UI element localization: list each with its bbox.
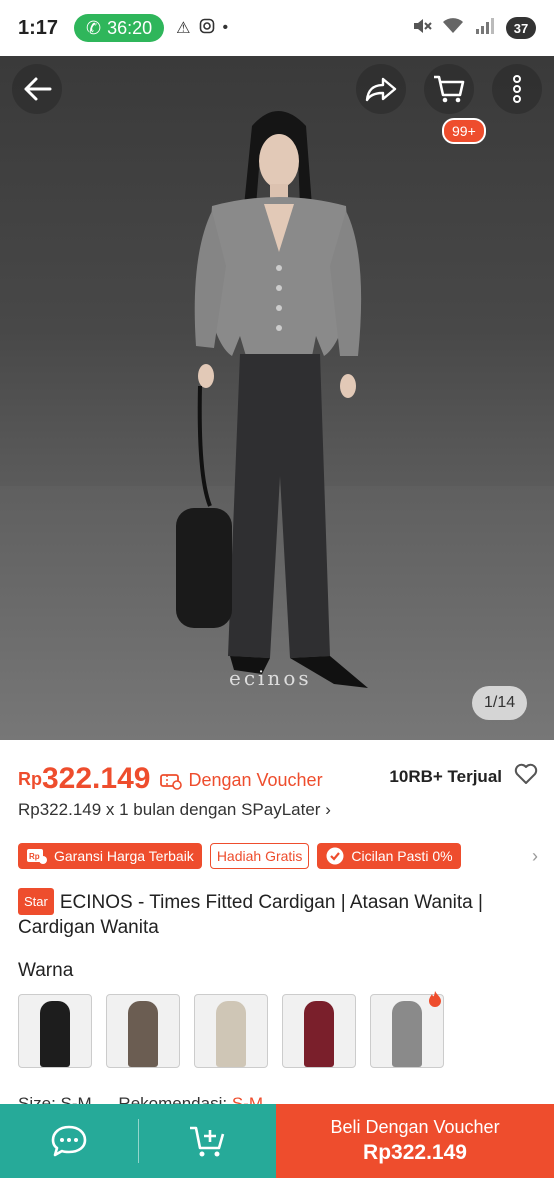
color-swatch[interactable] — [18, 994, 92, 1068]
paylater-text: Rp322.149 x 1 bulan dengan SPayLater — [18, 800, 321, 819]
system-nav-area — [0, 1178, 554, 1200]
more-vertical-icon — [513, 75, 521, 103]
svg-text:Rp: Rp — [29, 852, 40, 861]
paylater-link[interactable]: Rp322.149 x 1 bulan dengan SPayLater › — [18, 800, 331, 820]
currency-label: Rp — [18, 769, 42, 789]
status-bar: 1:17 ✆ 36:20 ⚠ • 37 — [0, 0, 554, 56]
warning-icon: ⚠ — [176, 20, 191, 37]
color-swatch[interactable] — [194, 994, 268, 1068]
phone-icon: ✆ — [86, 17, 102, 38]
product-image[interactable]: 99+ ecinos 1/14 — [0, 56, 554, 740]
color-swatch[interactable] — [106, 994, 180, 1068]
badge-installment: Cicilan Pasti 0% — [317, 843, 461, 869]
price-row: Rp 322.149 Dengan Voucher 10RB+ Terjual — [18, 760, 538, 796]
color-swatches — [18, 994, 444, 1068]
clock: 1:17 — [18, 16, 59, 39]
back-button[interactable] — [12, 64, 62, 114]
more-options-button[interactable] — [492, 64, 542, 114]
chat-button[interactable] — [0, 1104, 138, 1178]
heart-icon — [514, 763, 538, 784]
image-brand-mark: ecinos — [229, 666, 312, 690]
cart-button[interactable] — [424, 64, 474, 114]
dot-icon: • — [222, 19, 229, 36]
check-badge-icon — [326, 847, 344, 865]
share-icon — [365, 77, 397, 102]
guarantee-badges[interactable]: Rp Garansi Harga Terbaik Hadiah Gratis C… — [18, 842, 538, 870]
favorite-button[interactable] — [514, 763, 538, 790]
voucher-icon — [160, 773, 183, 790]
mute-icon — [412, 17, 432, 40]
fire-icon — [428, 990, 442, 1013]
product-title: Star ECINOS - Times Fitted Cardigan | Ata… — [18, 888, 538, 940]
price-guarantee-icon: Rp — [27, 849, 47, 864]
call-indicator[interactable]: ✆ 36:20 — [74, 14, 165, 42]
cart-icon — [434, 75, 465, 103]
badge-best-price: Rp Garansi Harga Terbaik — [18, 843, 202, 869]
sold-count: 10RB+ Terjual — [389, 766, 502, 786]
star-seller-tag: Star — [18, 888, 54, 915]
badge-free-gift: Hadiah Gratis — [209, 843, 310, 869]
bottom-action-bar: Beli Dengan Voucher Rp322.149 — [0, 1104, 554, 1178]
image-page-indicator: 1/14 — [472, 686, 528, 720]
wifi-icon — [442, 17, 464, 40]
call-timer: 36:20 — [107, 17, 153, 38]
chat-icon — [51, 1125, 87, 1157]
model-photo — [176, 111, 368, 688]
chevron-right-icon: › — [532, 845, 538, 866]
variant-label: Warna — [18, 960, 74, 981]
color-swatch[interactable] — [282, 994, 356, 1068]
voucher-text: Dengan Voucher — [188, 770, 323, 790]
buy-button-price: Rp322.149 — [363, 1141, 467, 1164]
buy-with-voucher-button[interactable]: Beli Dengan Voucher Rp322.149 — [276, 1104, 554, 1178]
product-price: 322.149 — [42, 762, 151, 795]
chevron-right-icon: › — [325, 800, 331, 819]
share-button[interactable] — [356, 64, 406, 114]
signal-icon — [474, 17, 496, 40]
back-arrow-icon — [24, 77, 52, 101]
battery-icon: 37 — [506, 17, 536, 39]
voucher-label[interactable]: Dengan Voucher — [160, 770, 323, 791]
instagram-icon — [199, 18, 215, 39]
buy-button-label: Beli Dengan Voucher — [330, 1117, 500, 1137]
product-title-text: ECINOS - Times Fitted Cardigan | Atasan … — [18, 892, 483, 938]
add-to-cart-icon — [190, 1126, 225, 1157]
cart-count-badge: 99+ — [442, 118, 486, 144]
add-to-cart-button[interactable] — [139, 1104, 277, 1178]
